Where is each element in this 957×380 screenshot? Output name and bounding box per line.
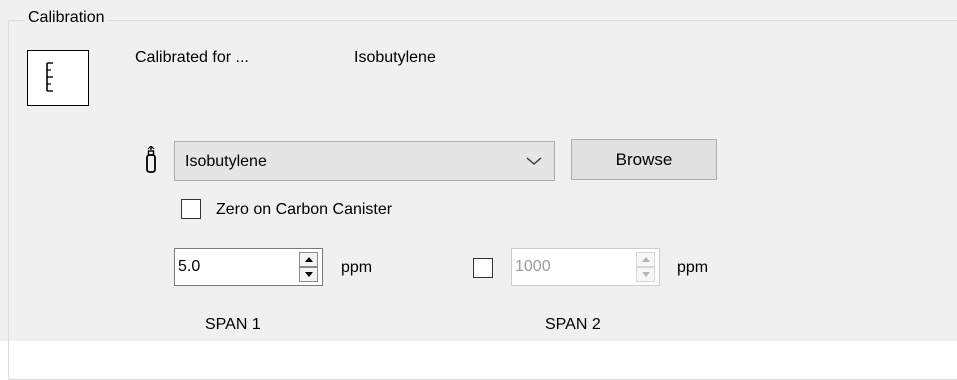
ruler-icon <box>27 50 89 106</box>
spin-down-arrow-icon[interactable] <box>299 267 318 282</box>
span2-label: SPAN 2 <box>545 316 601 333</box>
gas-select-value: Isobutylene <box>185 153 267 170</box>
browse-button[interactable]: Browse <box>571 139 717 180</box>
calibrated-gas-value: Isobutylene <box>354 49 436 66</box>
span2-enable-checkbox[interactable] <box>473 258 493 278</box>
spin-down-arrow-icon <box>636 267 655 282</box>
span1-value[interactable]: 5.0 <box>178 256 200 278</box>
calibration-groupbox <box>8 20 957 380</box>
spin-up-arrow-icon[interactable] <box>299 252 318 267</box>
gas-cylinder-icon <box>145 145 157 174</box>
zero-carbon-checkbox[interactable] <box>181 199 201 219</box>
span2-unit: ppm <box>677 259 709 276</box>
span1-spinner[interactable]: 5.0 <box>174 248 323 286</box>
span1-label: SPAN 1 <box>205 316 261 333</box>
calibrated-for-label: Calibrated for ... <box>135 49 249 66</box>
groupbox-title: Calibration <box>24 7 109 29</box>
span2-spinner: 1000 <box>511 248 660 286</box>
chevron-down-icon[interactable] <box>525 154 543 168</box>
gas-select[interactable]: Isobutylene <box>174 141 555 181</box>
zero-carbon-label: Zero on Carbon Canister <box>216 201 393 218</box>
span1-unit: ppm <box>341 259 373 276</box>
span2-value: 1000 <box>515 258 551 275</box>
spin-up-arrow-icon <box>636 252 655 267</box>
